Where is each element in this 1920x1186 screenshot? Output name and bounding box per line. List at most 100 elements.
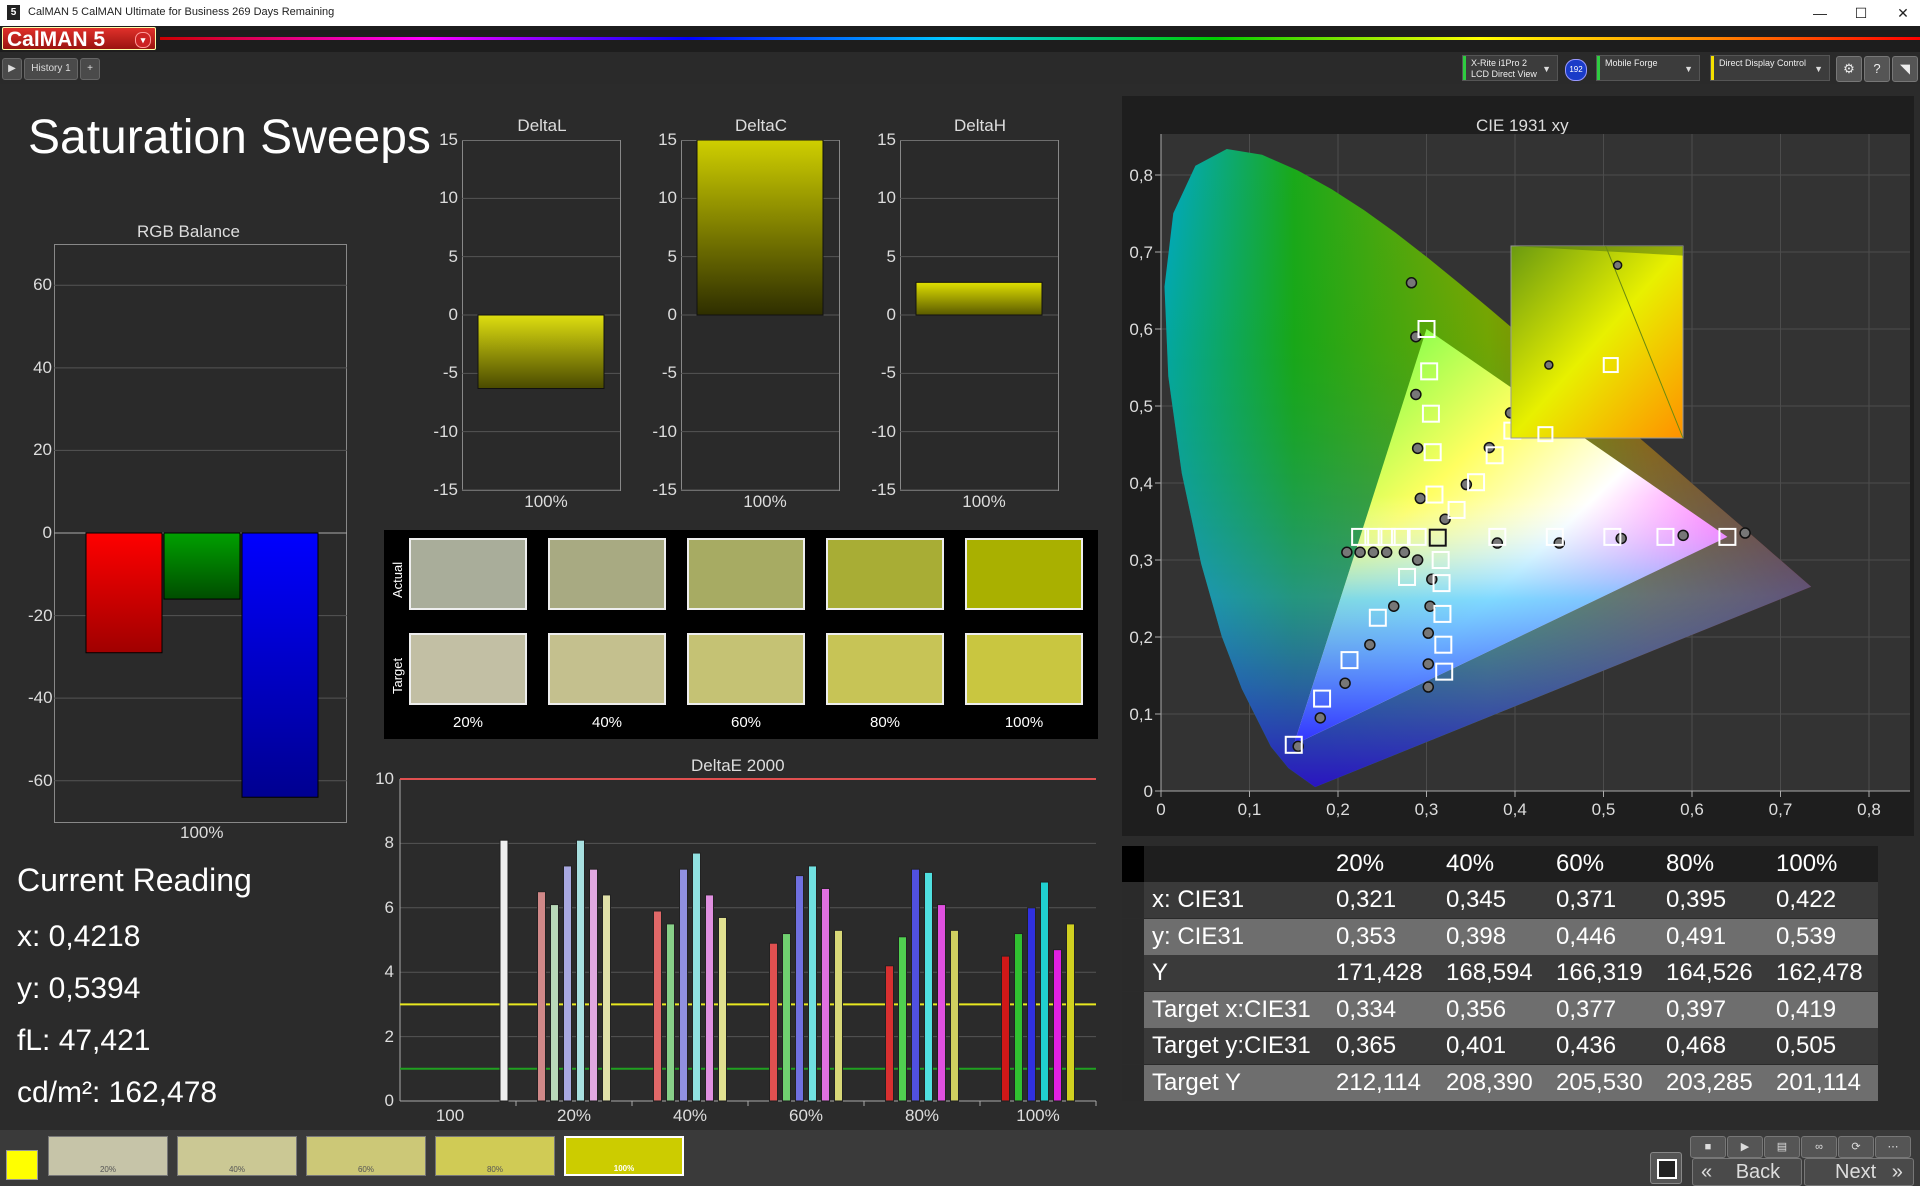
row-gutter — [1122, 1065, 1144, 1101]
table-cell: 0,398 — [1446, 922, 1507, 950]
cie-actual-point — [1398, 546, 1411, 559]
table-cell: 0,401 — [1446, 1032, 1507, 1060]
step-swatch-button[interactable]: 40% — [177, 1136, 297, 1176]
display-selector[interactable]: Direct Display Control ▼ — [1710, 55, 1830, 81]
table-row-label: y: CIE31 — [1152, 922, 1245, 950]
delta-chart-title: DeltaL — [517, 116, 567, 135]
table-cell: 0,345 — [1446, 886, 1507, 913]
deltae-bar — [576, 839, 585, 1102]
step-label: 60% — [357, 1165, 374, 1174]
target-swatch — [687, 633, 805, 705]
table-cell: 208,390 — [1446, 1069, 1533, 1096]
loop-icon[interactable]: ∞ — [1801, 1136, 1837, 1158]
cie-actual-point — [1677, 529, 1689, 542]
table-row: x: CIE31 0,321 0,345 0,371 0,395 0,422 — [1122, 882, 1878, 918]
table-cell: 0,468 — [1666, 1032, 1727, 1060]
source-selector[interactable]: Mobile Forge ▼ — [1596, 55, 1700, 81]
cie-actual-point — [1339, 677, 1351, 689]
rgb-ytick: -60 — [28, 770, 53, 790]
table-row: Target y:CIE31 0,365 0,401 0,436 0,468 0,505 — [1122, 1028, 1878, 1065]
step-swatch-button[interactable]: 20% — [48, 1136, 168, 1176]
deltae-bar — [589, 868, 598, 1102]
help-icon[interactable]: ? — [1864, 56, 1890, 82]
delta-ytick: 0 — [886, 305, 896, 324]
deltae-xlabel: 20% — [556, 1106, 592, 1125]
table-cell: 0,365 — [1336, 1032, 1397, 1060]
table-cell: 203,285 — [1666, 1069, 1753, 1096]
delta-ytick: -5 — [442, 363, 458, 383]
close-button[interactable]: ✕ — [1880, 2, 1920, 24]
target-row-label: Target — [390, 657, 405, 694]
step-swatch-button[interactable]: 100% — [564, 1136, 684, 1176]
source-name: Mobile Forge — [1605, 58, 1658, 68]
deltae-xlabel: 100% — [1016, 1106, 1060, 1125]
snapshot-button[interactable] — [1650, 1152, 1682, 1184]
inset-actual-point — [1612, 260, 1623, 270]
step-swatch-button[interactable]: 80% — [435, 1136, 555, 1176]
table-cell: 212,114 — [1336, 1069, 1421, 1096]
table-cell: 0,356 — [1446, 995, 1507, 1023]
chevron-down-icon: ▼ — [1814, 64, 1823, 74]
maximize-button[interactable]: ☐ — [1838, 2, 1884, 24]
display-name: Direct Display Control — [1719, 58, 1807, 68]
delta-2-bar — [915, 281, 1043, 316]
cie-actual-point — [1422, 681, 1435, 693]
table-cell: 0,377 — [1556, 995, 1617, 1023]
reading-y: y: 0,5394 — [17, 972, 141, 1005]
calman-menu-button[interactable]: CalMAN 5 ▾ — [2, 27, 156, 51]
back-button[interactable]: « Back — [1692, 1158, 1802, 1186]
row-gutter — [1122, 918, 1144, 955]
deltae-bar — [705, 894, 714, 1102]
cie-ytick: 0,6 — [1129, 320, 1153, 339]
cie-xtick: 0,4 — [1503, 800, 1527, 819]
cie-ytick: 0,8 — [1129, 166, 1153, 185]
table-cell: 166,319 — [1556, 959, 1643, 987]
actual-row-label: Actual — [390, 561, 405, 598]
delta-0-bar — [477, 314, 605, 389]
deltae-bar — [1053, 949, 1062, 1102]
record-icon[interactable]: ▤ — [1764, 1136, 1800, 1158]
target-swatch — [548, 633, 666, 705]
expand-icon[interactable]: ◥ — [1892, 56, 1918, 82]
options-icon[interactable]: ⋯ — [1875, 1136, 1911, 1158]
delta-chart-title: DeltaH — [954, 116, 1006, 135]
reading-x: x: 0,4218 — [17, 920, 141, 953]
deltae-bar — [821, 887, 830, 1102]
refresh-icon[interactable]: ⟳ — [1838, 1136, 1874, 1158]
meter-status-bar — [1463, 56, 1466, 80]
meter-selector[interactable]: X-Rite i1Pro 2 LCD Direct View ▼ — [1462, 55, 1558, 81]
swatch-label: 40% — [591, 714, 623, 731]
cie-actual-point — [1364, 638, 1376, 651]
meter-badge[interactable]: 192 — [1565, 59, 1587, 81]
cie-actual-point — [1411, 554, 1424, 566]
table-header-cell: 20% — [1336, 850, 1385, 877]
deltae-ytick: 10 — [375, 769, 394, 788]
table-cell: 0,539 — [1776, 922, 1837, 950]
minimize-button[interactable]: — — [1797, 2, 1843, 24]
table-cell: 0,321 — [1336, 886, 1397, 913]
step-swatch-button[interactable]: 60% — [306, 1136, 426, 1176]
play-icon[interactable]: ▶ — [1727, 1136, 1763, 1158]
deltae-bar — [1040, 881, 1049, 1102]
table-cell: 201,114 — [1776, 1069, 1861, 1096]
stop-icon[interactable]: ■ — [1690, 1136, 1726, 1158]
delta-1-bar — [696, 140, 824, 316]
reading-cdm2: cd/m²: 162,478 — [17, 1076, 218, 1109]
play-icon[interactable]: ▶ — [2, 58, 22, 80]
delta-ytick: 0 — [448, 305, 458, 324]
row-gutter — [1122, 991, 1144, 1028]
tab-history-1[interactable]: History 1 — [24, 58, 78, 80]
cie-actual-point — [1388, 600, 1400, 612]
brand-label: CalMAN 5 — [7, 28, 106, 51]
deltae-bar — [782, 933, 791, 1102]
swatch-label: 60% — [730, 714, 762, 731]
table-corner — [1122, 846, 1144, 882]
next-button[interactable]: Next » — [1804, 1158, 1914, 1186]
cie-actual-point — [1739, 527, 1751, 539]
delta-ytick: -15 — [871, 480, 896, 499]
deltae-xlabel: 40% — [672, 1106, 708, 1125]
deltae-bar — [499, 839, 509, 1102]
settings-gear-icon[interactable]: ⚙ — [1836, 56, 1862, 82]
actual-swatch — [409, 538, 527, 610]
add-tab-button[interactable]: + — [80, 58, 100, 80]
